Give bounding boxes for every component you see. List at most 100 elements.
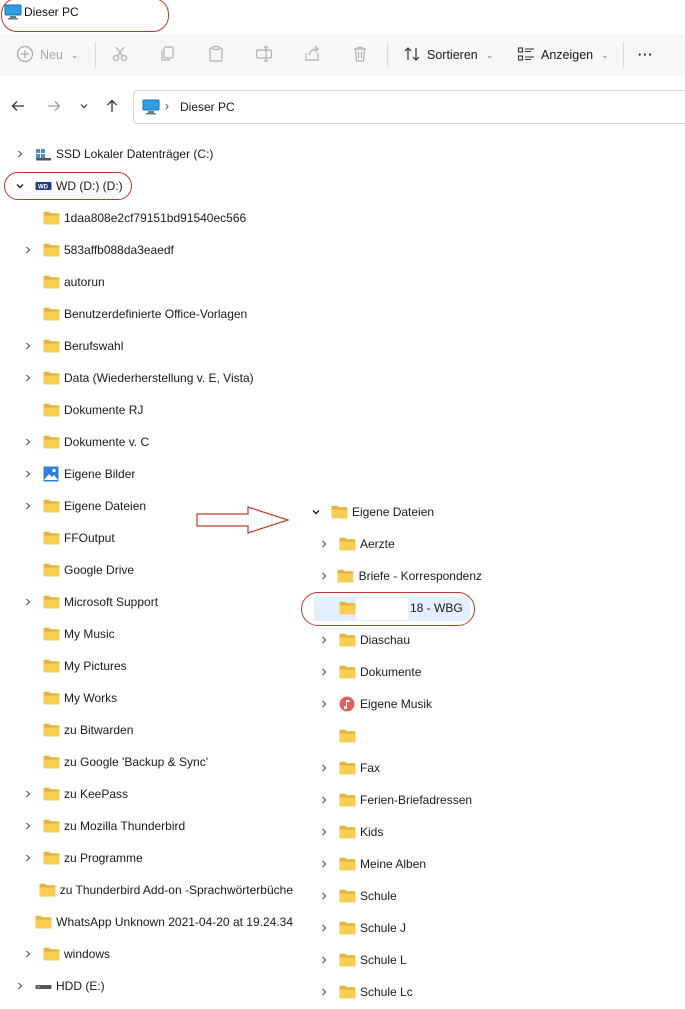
tree-item-dokumente-rj[interactable]: Dokumente RJ [20,398,143,422]
tree-item-583affb088da3eaedf[interactable]: 583affb088da3eaedf [20,238,174,262]
tree-item-hdd-e[interactable]: HDD (E:) [12,974,105,998]
chevron-right-icon[interactable] [316,856,332,872]
tree-item-data-wiederherstellung-v-e-vista[interactable]: Data (Wiederherstellung v. E, Vista) [20,366,254,390]
tree-item-kids[interactable]: Kids [316,820,383,844]
tree-item-windows[interactable]: windows [20,942,110,966]
chevron-right-icon[interactable] [316,664,332,680]
copy-button[interactable] [159,34,177,76]
more-options-button[interactable]: ··· [638,34,654,76]
chevron-right-icon[interactable] [316,984,332,1000]
tree-item-ffoutput[interactable]: FFOutput [20,526,115,550]
tree-item-meine-alben[interactable]: Meine Alben [316,852,426,876]
chevron-right-icon[interactable] [316,920,332,936]
tree-item-label: Ferien-Briefadressen [360,793,473,807]
chevron-right-icon[interactable] [20,850,36,866]
chevron-right-icon[interactable] [20,498,36,514]
tree-item-label: zu Bitwarden [64,723,134,737]
cut-button[interactable] [111,34,129,76]
tree-item-whatsapp-unknown-2021-04-20-at-19-24-34[interactable]: WhatsApp Unknown 2021-04-20 at 19.24.34 [20,910,293,934]
chevron-right-icon[interactable] [20,594,36,610]
folder-icon [337,568,354,584]
tree-item-zu-bitwarden[interactable]: zu Bitwarden [20,718,133,742]
tree-item-schule-l[interactable]: Schule L [316,948,407,972]
chevron-down-icon: ⌄ [485,49,494,60]
delete-button[interactable] [351,34,369,76]
chevron-right-icon[interactable] [20,434,36,450]
chevron-right-icon[interactable] [316,760,332,776]
tree-item-empty[interactable] [316,724,360,748]
back-button[interactable] [7,96,29,118]
tree-item-dokumente[interactable]: Dokumente [316,660,421,684]
tree-item-eigene-dateien[interactable]: Eigene Dateien [20,494,146,518]
paste-button[interactable] [207,34,225,76]
tree-item-aerzte[interactable]: Aerzte [316,532,395,556]
chevron-right-icon[interactable] [12,978,28,994]
chevron-right-icon[interactable] [20,466,36,482]
folder-icon [42,498,60,514]
tree-item-fax[interactable]: Fax [316,756,380,780]
tree-item-autorun[interactable]: autorun [20,270,105,294]
recent-locations-button[interactable] [73,96,95,118]
chevron-right-icon[interactable] [316,888,332,904]
tree-item-ferien-briefadressen[interactable]: Ferien-Briefadressen [316,788,472,812]
rename-button[interactable] [255,34,273,76]
tree-item-eigene-bilder[interactable]: Eigene Bilder [20,462,135,486]
tree-item-schule-j[interactable]: Schule J [316,916,406,940]
chevron-right-icon[interactable] [316,632,332,648]
tree-item-label: autorun [64,275,105,289]
tree-item-1daa808e2cf79151bd91540ec566[interactable]: 1daa808e2cf79151bd91540ec566 [20,206,246,230]
folder-icon [42,658,60,674]
folder-icon [42,594,60,610]
up-button[interactable] [101,96,123,118]
chevron-right-icon[interactable] [316,952,332,968]
tree-item-briefe-korrespondenz[interactable]: Briefe - Korrespondenz [316,564,482,588]
tree-item-zu-google-backup-sync[interactable]: zu Google 'Backup & Sync' [20,750,208,774]
tree-item-google-drive[interactable]: Google Drive [20,558,134,582]
new-button[interactable]: Neu ⌄ [16,34,78,76]
chevron-down-icon[interactable] [308,504,324,520]
chevron-right-icon[interactable] [20,786,36,802]
tree-item-eigene-dateien[interactable]: Eigene Dateien [308,500,434,524]
view-button[interactable]: Anzeigen ⌄ [517,34,609,76]
chevron-right-icon[interactable] [20,818,36,834]
tree-item-zu-thunderbird-add-on-sprachw-rterb-che[interactable]: zu Thunderbird Add-on -Sprachwörterbüche [20,878,293,902]
arrow-right-icon [47,99,61,116]
computer-icon [142,99,160,118]
chevron-right-icon[interactable] [316,792,332,808]
tree-item-berufswahl[interactable]: Berufswahl [20,334,123,358]
tree-item-diaschau[interactable]: Diaschau [316,628,410,652]
chevron-right-icon[interactable] [20,370,36,386]
chevron-down-icon: ⌄ [70,49,79,60]
chevron-right-icon[interactable] [316,536,332,552]
chevron-right-icon[interactable] [20,338,36,354]
tree-item-microsoft-support[interactable]: Microsoft Support [20,590,158,614]
tree-item-zu-programme[interactable]: zu Programme [20,846,143,870]
folder-icon [42,210,60,226]
tree-item-ssd-lokaler-datentr-ger-c[interactable]: SSD Lokaler Datenträger (C:) [12,142,213,166]
tree-item-dokumente-v-c[interactable]: Dokumente v. C [20,430,149,454]
chevron-right-icon[interactable] [316,568,331,584]
forward-button[interactable] [43,96,65,118]
tree-item-schule[interactable]: Schule [316,884,397,908]
chevron-right-icon[interactable] [12,146,28,162]
tree-item-benutzerdefinierte-office-vorlagen[interactable]: Benutzerdefinierte Office-Vorlagen [20,302,247,326]
tree-item-zu-keepass[interactable]: zu KeePass [20,782,128,806]
folder-icon [42,786,60,802]
share-button[interactable] [303,34,321,76]
tree-item-my-music[interactable]: My Music [20,622,115,646]
chevron-right-icon[interactable] [20,242,36,258]
tree-item-eigene-musik[interactable]: Eigene Musik [316,692,432,716]
chevron-right-icon[interactable] [316,696,332,712]
chevron-right-icon[interactable] [316,824,332,840]
tree-item-label: WhatsApp Unknown 2021-04-20 at 19.24.34 [56,915,293,929]
tree-item-zu-mozilla-thunderbird[interactable]: zu Mozilla Thunderbird [20,814,185,838]
tree-item-label: Schule J [360,921,407,935]
tree-item-schule-lc[interactable]: Schule Lc [316,980,413,1004]
tree-item-my-pictures[interactable]: My Pictures [20,654,127,678]
tree-item-my-works[interactable]: My Works [20,686,117,710]
breadcrumb-dieser-pc[interactable]: Dieser PC [180,100,235,114]
sort-button[interactable]: Sortieren ⌄ [403,34,493,76]
chevron-right-icon[interactable] [20,946,36,962]
